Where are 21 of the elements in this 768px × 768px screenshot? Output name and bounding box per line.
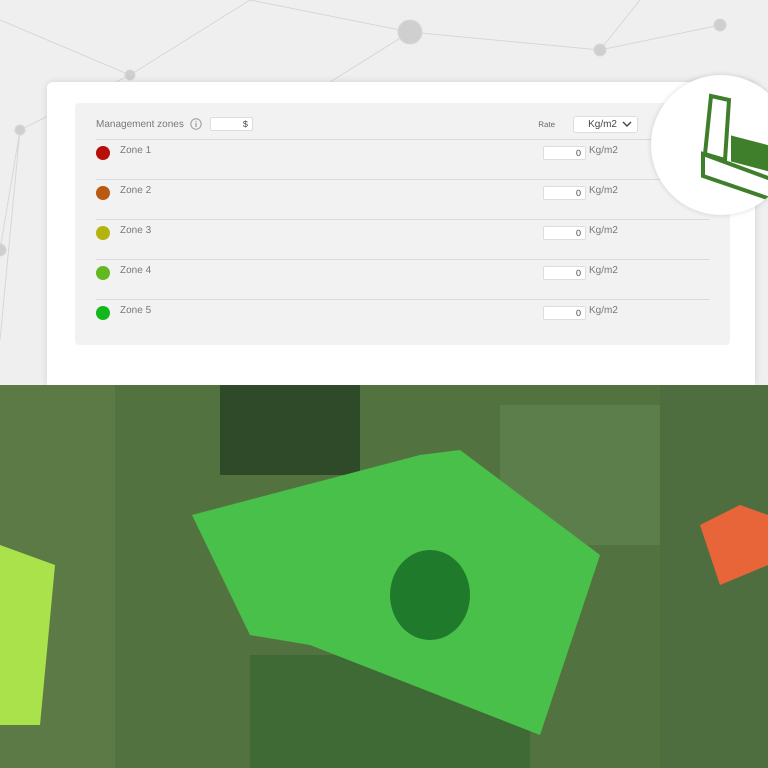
- rate-input-field[interactable]: 0: [543, 266, 586, 280]
- panel-title: Management zones: [96, 118, 184, 130]
- info-icon: [190, 118, 202, 130]
- cost-input-field[interactable]: $: [210, 117, 253, 131]
- unit-label: Kg/m2: [589, 305, 619, 316]
- unit-dropdown[interactable]: Kg/m2: [573, 116, 638, 132]
- unit-label: Kg/m2: [589, 265, 619, 276]
- rate-input-field[interactable]: 0: [543, 226, 586, 240]
- unit-label: Kg/m2: [589, 225, 619, 236]
- zone-name: Zone 4: [120, 265, 152, 276]
- rate-label: Rate: [538, 120, 556, 128]
- zone-name: Zone 5: [120, 305, 152, 316]
- zone-name: Zone 3: [120, 225, 152, 236]
- zone-name: Zone 2: [120, 185, 152, 196]
- rate-input-field[interactable]: 0: [543, 146, 586, 160]
- rate-input-field[interactable]: 0: [543, 306, 586, 320]
- zone-name: Zone 1: [120, 145, 152, 156]
- unit-label: Kg/m2: [589, 185, 619, 196]
- rate-input-field[interactable]: 0: [543, 186, 586, 200]
- unit-label: Kg/m2: [589, 145, 619, 156]
- caret-icon: [622, 121, 632, 127]
